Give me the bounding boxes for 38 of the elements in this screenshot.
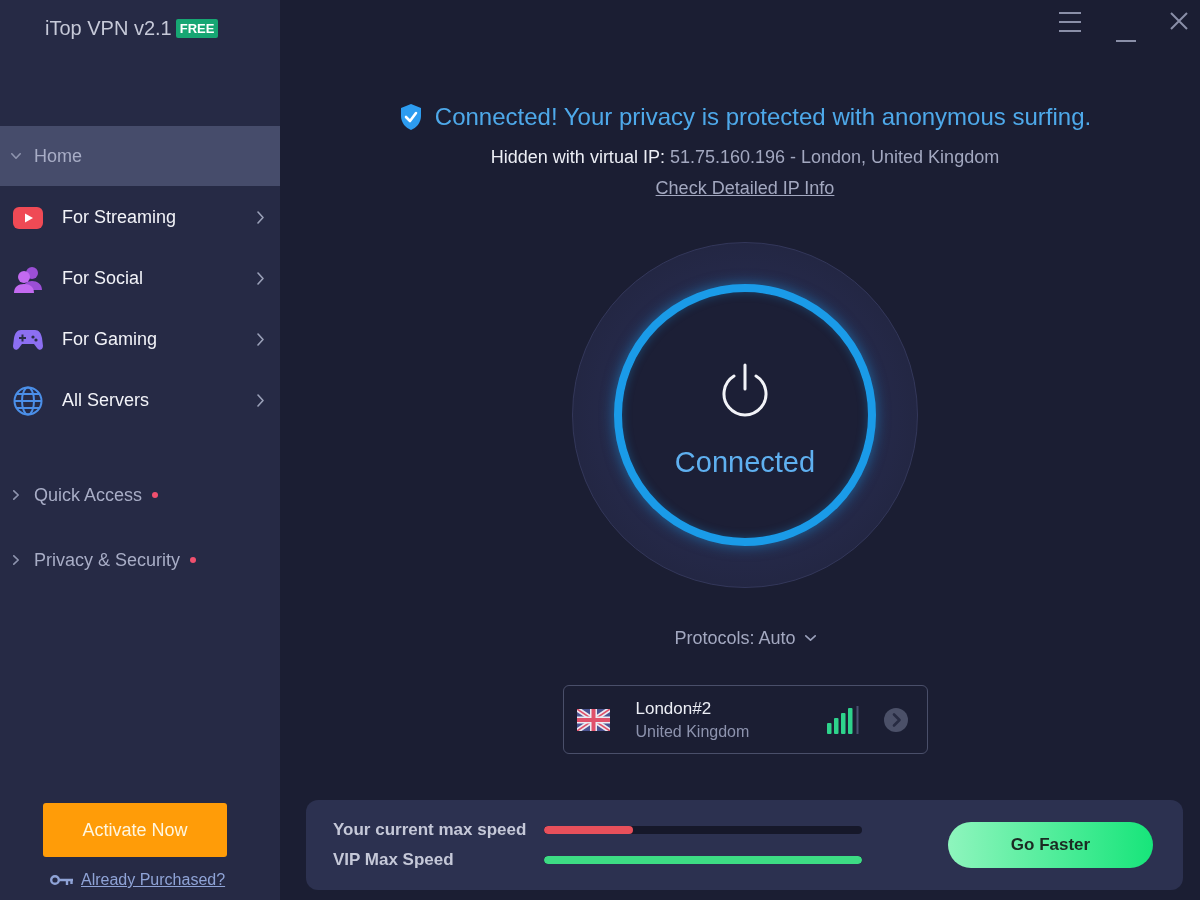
nav-item[interactable]: Quick Access: [0, 465, 280, 525]
caret-icon: [804, 635, 816, 641]
signal-icon: [826, 704, 859, 735]
power-button[interactable]: Connected: [614, 284, 876, 546]
chevron-right-icon: [257, 333, 264, 346]
status-message: Connected! Your privacy is protected with anonymous surfing.: [434, 103, 1092, 131]
people-icon: [13, 264, 43, 293]
nav-item[interactable]: For Social: [0, 248, 280, 309]
gamepad-icon: [13, 327, 43, 352]
power-icon: [719, 362, 771, 418]
speed-label: Your current max speed: [333, 819, 527, 841]
app-title: iTop VPN v2.1: [45, 17, 172, 39]
speed-label: VIP Max Speed: [333, 849, 454, 871]
ip-address: 51.75.160.196 - London, United Kingdom: [669, 146, 1000, 168]
nav-item[interactable]: Privacy & Security: [0, 530, 280, 590]
chevron-right-icon: [257, 394, 264, 407]
plan-badge: FREE: [175, 19, 219, 38]
shield-check-icon: [398, 103, 423, 131]
purchased-link[interactable]: Already Purchased?: [81, 871, 226, 889]
nav-item[interactable]: Home: [0, 126, 280, 186]
server-name: London#2: [635, 698, 712, 719]
play-icon: [13, 206, 43, 229]
menu-icon[interactable]: [1058, 12, 1082, 32]
go-faster-button[interactable]: Go Faster: [948, 822, 1153, 868]
ip-label: Hidden with virtual IP:: [490, 146, 665, 168]
ip-info-link[interactable]: Check Detailed IP Info: [655, 177, 835, 199]
nav-item[interactable]: All Servers: [0, 370, 280, 431]
chevron-right-icon: [257, 211, 264, 224]
chevron-right-icon: [257, 272, 264, 285]
server-country: United Kingdom: [635, 721, 750, 741]
flag-icon: [576, 708, 610, 731]
key-icon: [50, 874, 74, 886]
globe-icon: [13, 385, 43, 416]
nav-item[interactable]: For Gaming: [0, 309, 280, 370]
nav-item[interactable]: For Streaming: [0, 187, 280, 248]
server-card[interactable]: London#2 United Kingdom: [562, 685, 928, 754]
protocol-dropdown[interactable]: Protocols: Auto: [674, 627, 816, 649]
close-icon[interactable]: [1170, 12, 1188, 30]
